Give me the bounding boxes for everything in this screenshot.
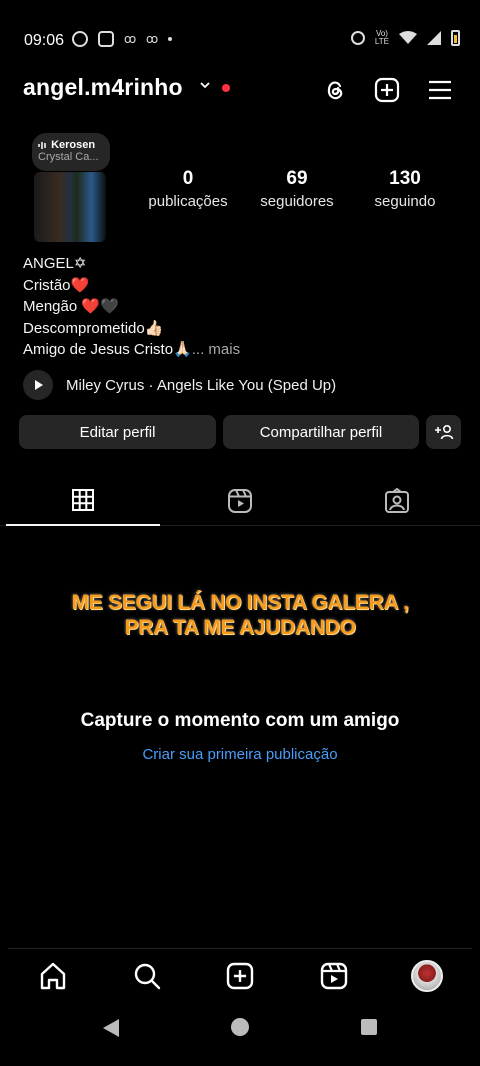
- tab-reels[interactable]: [163, 476, 317, 526]
- bio-last-line: Amigo de Jesus Cristo🙏🏻: [23, 341, 192, 358]
- stat-posts[interactable]: 0 publicações: [143, 168, 233, 210]
- bio-line: Cristão❤️: [23, 276, 90, 294]
- audio-wave-icon: [38, 141, 46, 149]
- note-subtitle: Crystal Ca...: [38, 151, 99, 163]
- music-track: Miley Cyrus · Angels Like You (Sped Up): [66, 376, 337, 394]
- profile-tabs: [0, 476, 480, 526]
- bio-more-link[interactable]: ... mais: [192, 341, 240, 358]
- back-icon[interactable]: [103, 1019, 119, 1037]
- status-time: 09:06: [24, 32, 65, 49]
- app-icon: ꝏ: [146, 32, 159, 46]
- bio-line: Mengão ❤️🖤: [23, 298, 119, 315]
- wifi-icon: [399, 31, 417, 44]
- tab-grid[interactable]: [6, 476, 160, 526]
- tab-tagged[interactable]: [320, 476, 474, 526]
- account-username[interactable]: angel.m4rinho: [23, 74, 183, 101]
- tagged-icon: [385, 488, 409, 513]
- profile-nav-avatar[interactable]: [411, 960, 443, 992]
- bio-line: ANGEL✡: [23, 255, 87, 272]
- dnd-icon: [350, 31, 365, 45]
- volte-icon: Vo) LTE: [374, 29, 389, 46]
- app-icon: ꝏ: [124, 32, 137, 46]
- notification-dot: [222, 84, 230, 92]
- stat-followers[interactable]: 69 seguidores: [252, 168, 342, 210]
- share-profile-button[interactable]: Compartilhar perfil: [223, 415, 419, 449]
- promo-line: ME SEGUI LÁ NO INSTA GALERA ,: [71, 591, 409, 614]
- bio-line: Amigo de Jesus Cristo🙏🏻... mais: [23, 339, 240, 361]
- reels-nav-icon[interactable]: [319, 961, 349, 991]
- home-icon[interactable]: [38, 961, 68, 991]
- note-title: Kerosen: [38, 139, 104, 151]
- status-bar: 09:06 ꝏ ꝏ Vo) LTE: [0, 0, 480, 80]
- search-icon[interactable]: [132, 961, 162, 991]
- status-system-icons: Vo) LTE: [350, 29, 460, 46]
- status-notification-icons: ꝏ ꝏ: [72, 31, 172, 47]
- signal-icon: [427, 31, 441, 45]
- menu-icon[interactable]: [426, 76, 454, 104]
- stat-following-label: seguindo: [374, 193, 436, 210]
- note-bubble[interactable]: Kerosen Crystal Ca...: [32, 133, 110, 171]
- profile-bio: ANGEL✡ Cristão❤️ Mengão ❤️🖤 Descompromet…: [23, 253, 240, 361]
- promo-line: PRA TA ME AJUDANDO: [124, 616, 356, 639]
- profile-music[interactable]: Miley Cyrus · Angels Like You (Sped Up): [23, 369, 336, 401]
- create-icon[interactable]: [373, 76, 401, 104]
- recent-apps-icon[interactable]: [361, 1019, 377, 1035]
- threads-icon[interactable]: [321, 76, 349, 104]
- stat-followers-value: 69: [286, 168, 308, 189]
- battery-icon: [451, 30, 460, 46]
- instagram-icon: [98, 31, 114, 47]
- profile-header: angel.m4rinho: [0, 70, 480, 110]
- whatsapp-icon: [72, 31, 88, 47]
- stat-posts-value: 0: [182, 168, 194, 189]
- profile-avatar[interactable]: [34, 172, 106, 242]
- home-button-icon[interactable]: [231, 1018, 249, 1036]
- chevron-down-icon[interactable]: [200, 80, 210, 90]
- bio-line: Descomprometido👍🏻: [23, 319, 164, 337]
- create-post-icon[interactable]: [225, 961, 255, 991]
- edit-profile-button[interactable]: Editar perfil: [19, 415, 216, 449]
- add-user-icon: [434, 424, 453, 440]
- reels-icon: [228, 489, 252, 513]
- create-first-post-link[interactable]: Criar sua primeira publicação: [0, 746, 480, 763]
- android-navigation-bar: [0, 1004, 480, 1066]
- stat-following-value: 130: [389, 168, 421, 189]
- play-icon[interactable]: [23, 370, 53, 400]
- stat-posts-label: publicações: [148, 193, 228, 210]
- promo-overlay-text: ME SEGUI LÁ NO INSTA GALERA , PRA TA ME …: [0, 590, 480, 640]
- empty-state-title: Capture o momento com um amigo: [80, 710, 400, 731]
- stat-following[interactable]: 130 seguindo: [362, 168, 448, 210]
- stat-followers-label: seguidores: [260, 193, 334, 210]
- add-user-button[interactable]: [426, 415, 461, 449]
- bottom-navigation: [8, 948, 472, 1004]
- dot-icon: [168, 37, 172, 41]
- grid-icon: [72, 489, 94, 511]
